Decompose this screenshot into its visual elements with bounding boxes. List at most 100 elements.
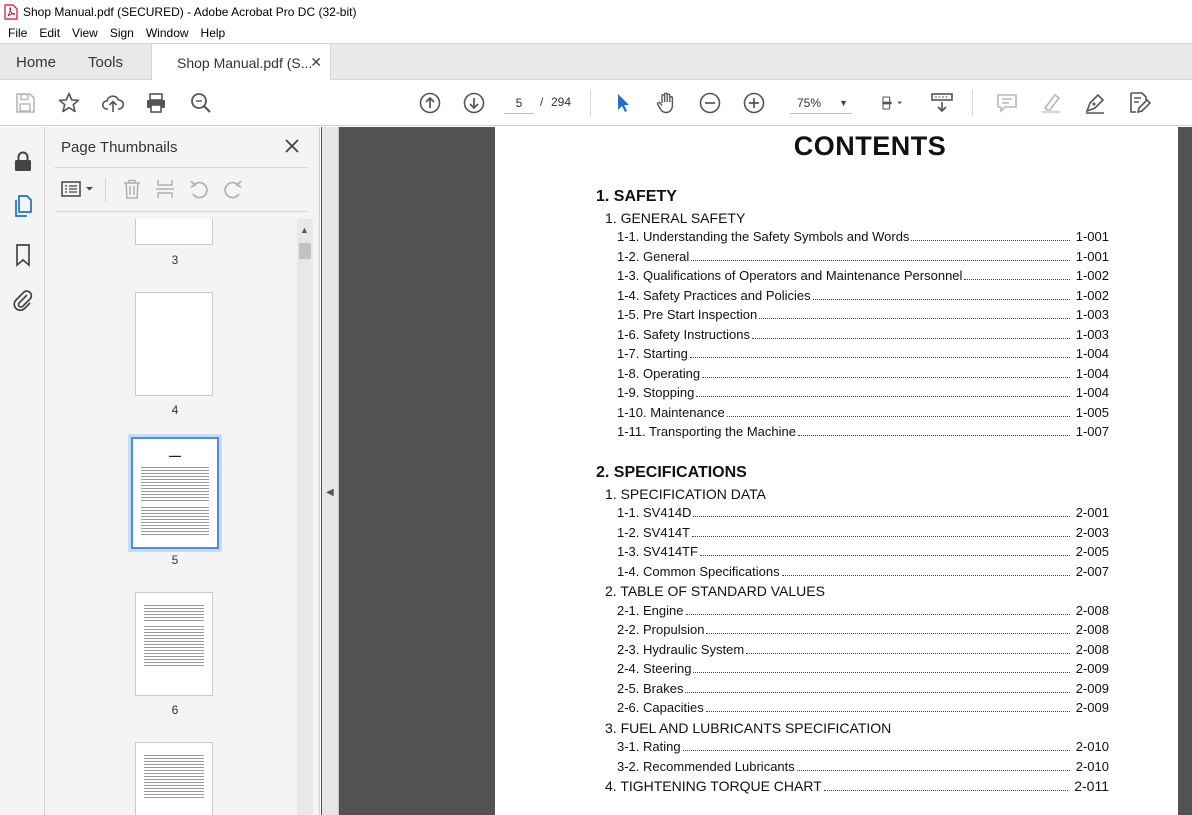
previous-page-button[interactable] xyxy=(417,90,443,116)
save-button[interactable] xyxy=(12,90,38,116)
toc-entry[interactable]: 1-2. SV414T 2-003 xyxy=(617,525,1109,543)
toc-entry[interactable]: 1-4. Common Specifications 2-007 xyxy=(617,564,1109,582)
title-bar: Shop Manual.pdf (SECURED) - Adobe Acroba… xyxy=(0,0,1192,23)
toc-entry[interactable]: 4. TIGHTENING TORQUE CHART 2-011 xyxy=(605,778,1109,796)
thumbnail-label: 6 xyxy=(171,703,179,717)
toolbar-divider xyxy=(590,90,591,116)
rotate-clockwise-icon[interactable] xyxy=(222,178,244,200)
thumbnail-heading-mark: ▬▬▬ xyxy=(169,453,181,458)
edit-document-icon xyxy=(1130,92,1151,114)
acrobat-pdf-icon xyxy=(4,3,18,20)
options-menu-icon[interactable] xyxy=(61,179,97,199)
toc-entry[interactable]: 1-10. Maintenance 1-005 xyxy=(617,405,1109,423)
toc-entry[interactable]: 2-4. Steering 2-009 xyxy=(617,661,1109,679)
zoom-out-button[interactable] xyxy=(697,90,723,116)
sign-button[interactable] xyxy=(1082,90,1108,116)
toc-entry[interactable]: 2-2. Propulsion 2-008 xyxy=(617,622,1109,640)
thumbnail-label: 4 xyxy=(171,403,179,417)
bookmark-icon[interactable] xyxy=(11,243,35,267)
scrollbar-thumb[interactable] xyxy=(299,243,311,259)
scroll-mode-button[interactable] xyxy=(929,90,955,116)
subsection-heading: 1. GENERAL SAFETY xyxy=(605,210,746,226)
thumbnail-toolbar xyxy=(55,175,307,205)
toc-entry[interactable]: 1-7. Starting 1-004 xyxy=(617,346,1109,364)
lock-icon[interactable] xyxy=(11,149,35,173)
toc-entry[interactable]: 1-5. Pre Start Inspection 1-003 xyxy=(617,307,1109,325)
tab-close-icon[interactable]: ✕ xyxy=(310,54,322,71)
collapse-panel-handle[interactable]: ◀ xyxy=(322,127,339,815)
page-thumbnails-icon[interactable] xyxy=(11,194,35,218)
thumbnail-text-lines xyxy=(141,465,209,535)
panel-title: Page Thumbnails xyxy=(61,139,178,156)
toc-entry[interactable]: 1-1. Understanding the Safety Symbols an… xyxy=(617,229,1109,247)
menu-window[interactable]: Window xyxy=(146,26,189,40)
toc-entry[interactable]: 1-2. General 1-001 xyxy=(617,249,1109,267)
zoom-level-value: 75% xyxy=(797,96,822,110)
comment-button[interactable] xyxy=(994,90,1020,116)
close-icon[interactable] xyxy=(283,137,301,155)
thumbnail-text-lines xyxy=(144,753,204,798)
page-thumbnail-7[interactable] xyxy=(135,742,213,815)
chevron-down-icon: ▼ xyxy=(839,98,848,108)
minus-circle-icon xyxy=(699,92,721,114)
toc-entry[interactable]: 3-2. Recommended Lubricants 2-010 xyxy=(617,759,1109,777)
section-heading: 2. SPECIFICATIONS xyxy=(596,464,747,481)
toc-entry[interactable]: 2-1. Engine 2-008 xyxy=(617,603,1109,621)
toc-entry[interactable]: 1-4. Safety Practices and Policies 1-002 xyxy=(617,288,1109,306)
print-button[interactable] xyxy=(143,90,169,116)
hand-icon xyxy=(656,92,674,114)
menu-edit[interactable]: Edit xyxy=(39,26,60,40)
cloud-upload-icon xyxy=(101,95,125,112)
next-page-button[interactable] xyxy=(461,90,487,116)
arrow-up-circle-icon xyxy=(419,92,441,114)
toc-entry[interactable]: 1-8. Operating 1-004 xyxy=(617,366,1109,384)
page-separator: / xyxy=(540,95,544,109)
toc-entry[interactable]: 1-6. Safety Instructions 1-003 xyxy=(617,327,1109,345)
toolbar-divider xyxy=(105,178,106,202)
toc-entry[interactable]: 1-1. SV414D 2-001 xyxy=(617,505,1109,523)
page-thumbnail-4[interactable] xyxy=(135,292,213,396)
toc-entry[interactable]: 1-11. Transporting the Machine 1-007 xyxy=(617,424,1109,442)
upload-button[interactable] xyxy=(100,90,126,116)
tab-home[interactable]: Home xyxy=(16,44,56,80)
thumbnail-list: 3 4 ▬▬▬ 5 6 xyxy=(55,219,295,815)
tab-tools[interactable]: Tools xyxy=(88,44,123,80)
toc-entry[interactable]: 2-3. Hydraulic System 2-008 xyxy=(617,642,1109,660)
menu-help[interactable]: Help xyxy=(201,26,226,40)
insert-pages-icon[interactable] xyxy=(154,178,176,200)
toc-entry[interactable]: 1-9. Stopping 1-004 xyxy=(617,385,1109,403)
tab-document-label: Shop Manual.pdf (S... xyxy=(177,54,313,71)
page-thumbnail-3[interactable] xyxy=(135,219,213,245)
toc-entry[interactable]: 3-1. Rating 2-010 xyxy=(617,739,1109,757)
page-number-input[interactable]: 5 xyxy=(504,92,534,114)
page-thumbnail-5[interactable]: ▬▬▬ xyxy=(131,437,219,549)
left-navigation-rail xyxy=(0,127,45,815)
tab-document[interactable]: Shop Manual.pdf (S... ✕ xyxy=(151,44,331,81)
page-display-button[interactable] xyxy=(875,90,911,116)
thumbnail-scrollbar[interactable]: ▲ xyxy=(297,219,313,815)
zoom-in-button[interactable] xyxy=(741,90,767,116)
search-zoom-icon xyxy=(191,93,211,113)
menu-view[interactable]: View xyxy=(72,26,98,40)
menu-file[interactable]: File xyxy=(8,26,27,40)
toc-entry[interactable]: 2-6. Capacities 2-009 xyxy=(617,700,1109,718)
menu-sign[interactable]: Sign xyxy=(110,26,134,40)
rotate-counterclockwise-icon[interactable] xyxy=(188,178,210,200)
select-tool-button[interactable] xyxy=(609,90,635,116)
scroll-up-icon[interactable]: ▲ xyxy=(300,225,309,235)
toc-entry[interactable]: 1-3. Qualifications of Operators and Mai… xyxy=(617,268,1109,286)
highlight-button[interactable] xyxy=(1038,90,1064,116)
find-button[interactable] xyxy=(188,90,214,116)
toc-entry[interactable]: 2-5. Brakes 2-009 xyxy=(617,681,1109,699)
page-thumbnail-6[interactable] xyxy=(135,592,213,696)
bookmark-star-button[interactable] xyxy=(56,90,82,116)
scroll-mode-icon xyxy=(931,93,953,113)
attachment-paperclip-icon[interactable] xyxy=(11,288,35,312)
hand-tool-button[interactable] xyxy=(653,90,679,116)
zoom-level-select[interactable]: 75% ▼ xyxy=(790,92,852,114)
toolbar-divider xyxy=(972,90,973,116)
toc-entry[interactable]: 1-3. SV414TF 2-005 xyxy=(617,544,1109,562)
plus-circle-icon xyxy=(743,92,765,114)
delete-trash-icon[interactable] xyxy=(121,178,143,200)
edit-pdf-button[interactable] xyxy=(1126,90,1152,116)
